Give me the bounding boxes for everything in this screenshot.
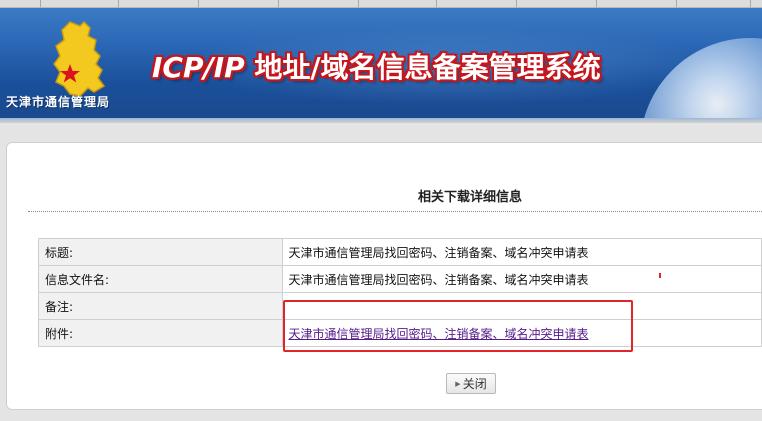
org-name: 天津市通信管理局 [6, 95, 111, 109]
system-title-rest: 地址/域名信息备案管理系统 [244, 51, 601, 84]
tab-separator [516, 0, 517, 7]
banner-bottom-border [0, 118, 762, 123]
filename-label: 信息文件名: [38, 265, 283, 293]
tab-separator [596, 0, 597, 7]
table-row: 标题: 天津市通信管理局找回密码、注销备案、域名冲突申请表 [38, 238, 762, 266]
attachment-label: 附件: [38, 319, 283, 347]
title-label: 标题: [38, 238, 283, 266]
tab-separator [40, 0, 41, 7]
system-title: ICP/IP 地址/域名信息备案管理系统 [152, 46, 601, 86]
table-row: 信息文件名: 天津市通信管理局找回密码、注销备案、域名冲突申请表 [38, 265, 762, 293]
close-button[interactable]: ▶ 关闭 [446, 373, 496, 394]
arrow-right-icon: ▶ [455, 379, 461, 388]
tab-separator [278, 0, 279, 7]
header-banner: 天津市通信管理局 ICP/IP 地址/域名信息备案管理系统 [0, 8, 762, 118]
tab-separator [436, 0, 437, 7]
tab-separator [676, 0, 677, 7]
tianjin-map-star-icon [53, 20, 106, 97]
tab-separator [198, 0, 199, 7]
title-value: 天津市通信管理局找回密码、注销备案、域名冲突申请表 [281, 238, 762, 266]
page-title: 相关下载详细信息 [417, 190, 522, 205]
remarks-label: 备注: [38, 292, 283, 320]
tab-separator [750, 0, 751, 7]
system-title-latin: ICP/IP [152, 51, 245, 84]
tab-separator [118, 0, 119, 7]
close-button-label: 关闭 [462, 377, 487, 391]
heading-divider [28, 211, 762, 212]
browser-tab-strip [0, 0, 762, 8]
tab-separator [358, 0, 359, 7]
attachment-highlight-box [283, 300, 633, 352]
red-mark [659, 273, 661, 278]
filename-value: 天津市通信管理局找回密码、注销备案、域名冲突申请表 [281, 265, 762, 293]
